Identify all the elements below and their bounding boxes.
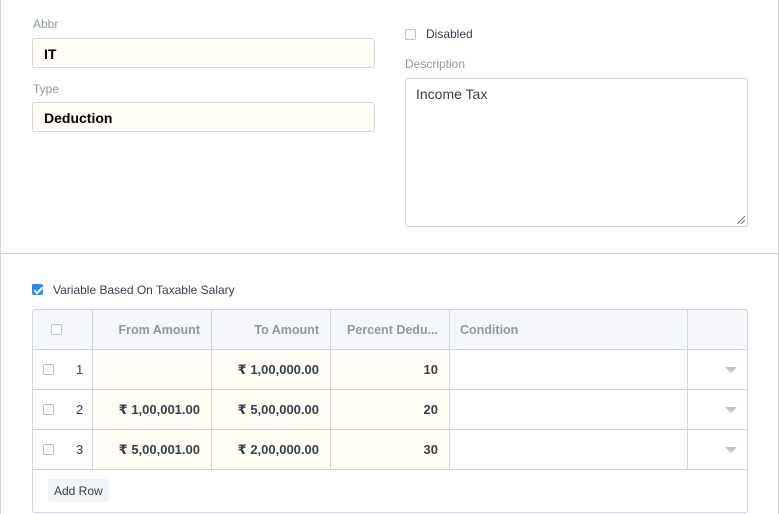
slab-table: From Amount To Amount Percent Dedu... Co… [32, 309, 748, 513]
disabled-label: Disabled [426, 27, 473, 41]
column-header-to[interactable]: To Amount [212, 310, 331, 349]
section-divider [0, 253, 779, 254]
variable-checkbox[interactable] [32, 284, 43, 295]
description-text: Income Tax [416, 86, 488, 102]
row-index: 1 [76, 362, 84, 377]
from-amount-cell[interactable]: ₹ 1,00,001.00 [93, 390, 212, 429]
row-index: 3 [76, 442, 84, 457]
from-amount-cell[interactable] [93, 350, 212, 389]
table-row[interactable]: 2 ₹ 1,00,001.00 ₹ 5,00,000.00 20 [33, 390, 747, 430]
column-header-actions [688, 310, 747, 349]
row-index: 2 [76, 402, 84, 417]
row-checkbox[interactable] [43, 404, 54, 415]
to-amount-cell[interactable]: ₹ 5,00,000.00 [212, 390, 331, 429]
description-label: Description [405, 57, 466, 71]
resize-handle-icon[interactable] [737, 216, 745, 224]
disabled-checkbox[interactable] [405, 29, 416, 40]
condition-cell[interactable] [450, 350, 688, 389]
description-textarea[interactable]: Income Tax [405, 78, 748, 227]
row-checkbox[interactable] [43, 444, 54, 455]
type-field[interactable]: Deduction [32, 102, 375, 132]
type-label: Type [33, 82, 60, 96]
row-select-cell: 2 [33, 390, 93, 429]
column-header-percent[interactable]: Percent Dedu... [331, 310, 450, 349]
select-all-cell [33, 310, 93, 349]
to-amount-cell[interactable]: ₹ 2,00,000.00 [212, 430, 331, 469]
percent-cell[interactable]: 30 [331, 430, 450, 469]
chevron-down-icon[interactable] [725, 446, 737, 453]
to-amount-cell[interactable]: ₹ 1,00,000.00 [212, 350, 331, 389]
table-row[interactable]: 3 ₹ 5,00,001.00 ₹ 2,00,000.00 30 [33, 430, 747, 470]
row-select-cell: 1 [33, 350, 93, 389]
condition-cell[interactable] [450, 390, 688, 429]
row-actions-cell[interactable] [688, 390, 747, 429]
column-header-from[interactable]: From Amount [93, 310, 212, 349]
table-header: From Amount To Amount Percent Dedu... Co… [33, 310, 747, 350]
column-header-condition[interactable]: Condition [450, 310, 688, 349]
row-actions-cell[interactable] [688, 430, 747, 469]
percent-cell[interactable]: 20 [331, 390, 450, 429]
from-amount-cell[interactable]: ₹ 5,00,001.00 [93, 430, 212, 469]
abbr-label: Abbr [33, 17, 59, 31]
percent-cell[interactable]: 10 [331, 350, 450, 389]
row-actions-cell[interactable] [688, 350, 747, 389]
chevron-down-icon[interactable] [725, 366, 737, 373]
row-checkbox[interactable] [43, 364, 54, 375]
add-row-button[interactable]: Add Row [48, 479, 109, 502]
row-select-cell: 3 [33, 430, 93, 469]
chevron-down-icon[interactable] [725, 406, 737, 413]
select-all-checkbox[interactable] [51, 324, 62, 335]
variable-label: Variable Based On Taxable Salary [53, 283, 235, 297]
abbr-field[interactable]: IT [32, 38, 375, 68]
table-row[interactable]: 1 ₹ 1,00,000.00 10 [33, 350, 747, 390]
condition-cell[interactable] [450, 430, 688, 469]
